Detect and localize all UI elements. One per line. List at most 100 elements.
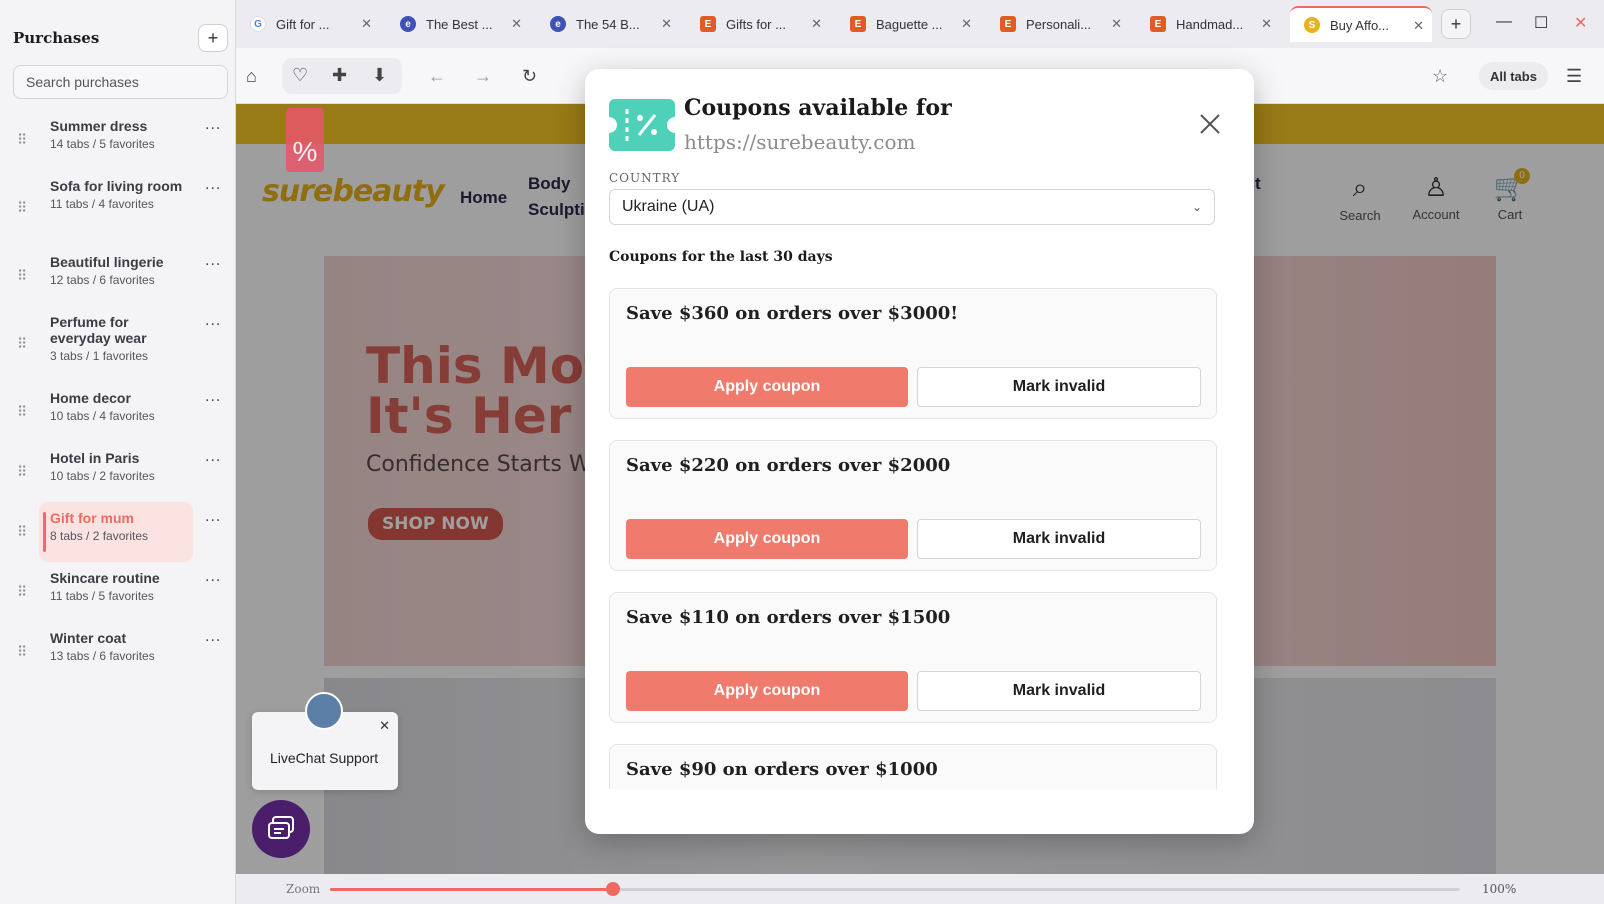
drag-handle-icon[interactable]: ⠿ [17, 132, 27, 149]
tab-title: Baguette ... [876, 16, 943, 32]
home-icon[interactable]: ⌂ [246, 66, 257, 87]
chevron-down-icon: ⌄ [1191, 200, 1202, 214]
drag-handle-icon[interactable]: ⠿ [17, 268, 27, 285]
download-icon[interactable]: ⬇ [372, 65, 387, 86]
close-tab-icon[interactable]: ✕ [1111, 16, 1122, 32]
purchase-meta: 12 tabs / 6 favorites [50, 273, 155, 287]
star-icon[interactable]: ☆ [1432, 66, 1448, 87]
more-options-icon[interactable]: ... [205, 448, 221, 466]
close-tab-icon[interactable]: ✕ [961, 16, 972, 32]
zoom-slider-fill [330, 888, 613, 891]
google-icon: G [250, 16, 266, 32]
close-icon[interactable]: ✕ [379, 718, 390, 734]
forward-icon[interactable]: → [474, 66, 492, 87]
purchase-name: Gift for mum [50, 510, 134, 526]
mark-invalid-button[interactable]: Mark invalid [917, 367, 1201, 407]
apply-coupon-button[interactable]: Apply coupon [626, 367, 908, 407]
etsy-icon: E [850, 16, 866, 32]
tab-gifts-for[interactable]: E Gifts for ... ✕ [686, 6, 830, 42]
purchase-item-hotel-paris[interactable]: ⠿ Hotel in Paris 10 tabs / 2 favorites ..… [0, 442, 236, 502]
tab-personalized[interactable]: E Personali... ✕ [986, 6, 1130, 42]
drag-handle-icon[interactable]: ⠿ [17, 584, 27, 601]
purchase-name: Sofa for living room [50, 178, 183, 194]
tab-buy-affordable[interactable]: S Buy Affo... ✕ [1290, 6, 1432, 42]
coupon-title: Save $110 on orders over $1500 [626, 607, 951, 628]
purchase-meta: 11 tabs / 4 favorites [50, 197, 154, 211]
coupons-section-title: Coupons for the last 30 days [609, 249, 833, 265]
search-purchases-input[interactable] [13, 65, 228, 99]
minimize-icon[interactable]: — [1496, 13, 1512, 31]
apply-coupon-button[interactable]: Apply coupon [626, 671, 908, 711]
more-options-icon[interactable]: ... [205, 252, 221, 270]
drag-handle-icon[interactable]: ⠿ [17, 336, 27, 353]
tab-the-best[interactable]: e The Best ... ✕ [386, 6, 530, 42]
purchase-meta: 8 tabs / 2 favorites [50, 529, 149, 543]
livechat-bubble[interactable]: ✕ LiveChat Support [252, 692, 398, 790]
coupon-title: Save $220 on orders over $2000 [626, 455, 951, 476]
close-tab-icon[interactable]: ✕ [361, 16, 372, 32]
menu-icon[interactable]: ☰ [1566, 66, 1582, 87]
tab-title: The Best ... [426, 16, 493, 32]
tab-title: Handmad... [1176, 16, 1244, 32]
country-select[interactable]: Ukraine (UA) ⌄ [609, 189, 1215, 225]
bookmark-add-icon[interactable]: ✚ [332, 65, 347, 86]
toolbar-actions: ♡ ✚ ⬇ [282, 58, 402, 94]
zoom-slider-thumb[interactable] [605, 882, 620, 896]
close-tab-icon[interactable]: ✕ [1261, 16, 1272, 32]
coupon-list[interactable]: Save $360 on orders over $3000! Apply co… [609, 288, 1217, 789]
purchase-item-gift-for-mum[interactable]: ⠿ Gift for mum 8 tabs / 2 favorites ... [0, 502, 236, 562]
drag-handle-icon[interactable]: ⠿ [17, 404, 27, 421]
purchase-name: Winter coat [50, 630, 127, 646]
livechat-button[interactable] [252, 800, 310, 858]
close-tab-icon[interactable]: ✕ [1413, 18, 1424, 34]
purchase-name: Summer dress [50, 118, 148, 134]
purchase-item-perfume[interactable]: ⠿ Perfume for everyday wear 3 tabs / 1 fa… [0, 306, 236, 382]
add-purchase-button[interactable]: + [198, 24, 228, 52]
mark-invalid-button[interactable]: Mark invalid [917, 671, 1201, 711]
close-tab-icon[interactable]: ✕ [511, 16, 522, 32]
more-options-icon[interactable]: ... [205, 568, 221, 586]
heart-icon[interactable]: ♡ [292, 65, 308, 86]
new-tab-button[interactable]: + [1441, 9, 1471, 39]
more-options-icon[interactable]: ... [205, 628, 221, 646]
more-options-icon[interactable]: ... [205, 388, 221, 406]
maximize-icon[interactable]: ☐ [1534, 13, 1548, 33]
tab-the-54[interactable]: e The 54 B... ✕ [536, 6, 680, 42]
purchase-item-home-decor[interactable]: ⠿ Home decor 10 tabs / 4 favorites ... [0, 382, 236, 442]
zoom-slider[interactable] [330, 882, 1460, 896]
purchase-item-skincare[interactable]: ⠿ Skincare routine 11 tabs / 5 favorites … [0, 562, 236, 622]
more-options-icon[interactable]: ... [205, 116, 221, 134]
coupon-card: Save $220 on orders over $2000 Apply cou… [609, 440, 1217, 571]
livechat-label: LiveChat Support [270, 750, 379, 766]
sidebar-title: Purchases [13, 29, 100, 47]
purchase-item-winter-coat[interactable]: ⠿ Winter coat 13 tabs / 6 favorites ... [0, 622, 236, 682]
purchase-item-sofa[interactable]: ⠿ Sofa for living room 11 tabs / 4 favori… [0, 170, 236, 246]
apply-coupon-button[interactable]: Apply coupon [626, 519, 908, 559]
purchase-meta: 11 tabs / 5 favorites [50, 589, 154, 603]
purchase-meta: 10 tabs / 4 favorites [50, 409, 155, 423]
tab-gift-for[interactable]: G Gift for ... ✕ [236, 6, 380, 42]
tab-baguette[interactable]: E Baguette ... ✕ [836, 6, 980, 42]
mark-invalid-button[interactable]: Mark invalid [917, 519, 1201, 559]
close-tab-icon[interactable]: ✕ [661, 16, 672, 32]
drag-handle-icon[interactable]: ⠿ [17, 644, 27, 661]
drag-handle-icon[interactable]: ⠿ [17, 524, 27, 541]
coupon-percent-icon[interactable]: % [286, 108, 324, 172]
drag-handle-icon[interactable]: ⠿ [17, 200, 27, 217]
more-options-icon[interactable]: ... [205, 508, 221, 526]
more-options-icon[interactable]: ... [205, 312, 221, 330]
drag-handle-icon[interactable]: ⠿ [17, 464, 27, 481]
close-window-icon[interactable]: ✕ [1574, 13, 1587, 33]
tab-handmade[interactable]: E Handmad... ✕ [1136, 6, 1280, 42]
purchase-item-lingerie[interactable]: ⠿ Beautiful lingerie 12 tabs / 6 favorite… [0, 246, 236, 306]
more-options-icon[interactable]: ... [205, 176, 221, 194]
tab-title: The 54 B... [576, 16, 640, 32]
purchase-list: ⠿ Summer dress 14 tabs / 5 favorites ... … [0, 110, 236, 682]
close-icon[interactable] [1197, 111, 1223, 137]
all-tabs-button[interactable]: All tabs [1479, 62, 1548, 90]
zoom-label: Zoom [286, 882, 321, 896]
close-tab-icon[interactable]: ✕ [811, 16, 822, 32]
purchase-item-summer-dress[interactable]: ⠿ Summer dress 14 tabs / 5 favorites ... [0, 110, 236, 170]
back-icon[interactable]: ← [428, 66, 446, 87]
reload-icon[interactable]: ↻ [522, 66, 537, 87]
